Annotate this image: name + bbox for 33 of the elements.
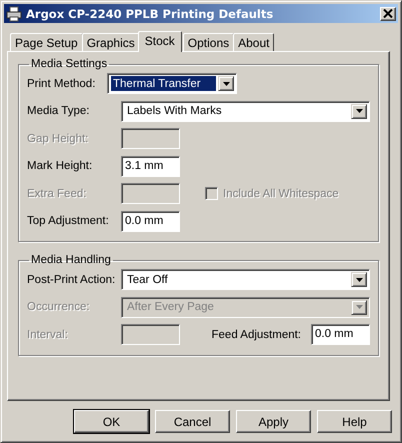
- group-title: Media Settings: [30, 58, 108, 70]
- field-label: Post-Print Action:: [27, 274, 116, 286]
- field-label: Extra Feed:: [27, 188, 88, 200]
- caret-icon: [356, 305, 362, 310]
- window-title: Argox CP-2240 PPLB Printing Defaults: [26, 6, 274, 20]
- field-label: Gap Height:: [27, 132, 90, 145]
- caret-icon: [222, 82, 230, 86]
- dropdown[interactable]: Labels With Marks: [121, 100, 370, 122]
- tab[interactable]: Stock: [138, 31, 182, 52]
- printer-icon: [6, 6, 22, 22]
- dialog-button[interactable]: Help: [317, 410, 392, 433]
- tab[interactable]: Graphics: [82, 33, 140, 51]
- caret-icon: [356, 278, 362, 282]
- field-label: Feed Adjustment:: [212, 328, 301, 341]
- field-label: Media Type:: [27, 105, 90, 118]
- field-label: Interval:: [27, 328, 69, 341]
- dialog-button[interactable]: Cancel: [155, 410, 230, 433]
- close-button[interactable]: [380, 6, 396, 20]
- field-label: Mark Height:: [27, 160, 94, 172]
- dialog-button[interactable]: OK: [74, 410, 149, 433]
- caret-icon: [356, 109, 362, 114]
- dialog-button[interactable]: Apply: [236, 410, 311, 433]
- field-label: Top Adjustment:: [27, 215, 110, 228]
- field-label: Occurrence:: [27, 301, 91, 314]
- input-field[interactable]: 3.1 mm: [121, 156, 180, 177]
- dropdown[interactable]: Tear Off: [121, 269, 370, 290]
- group-title: Media Handling: [30, 254, 112, 266]
- tab[interactable]: Page Setup: [10, 33, 83, 51]
- tab[interactable]: Options: [182, 33, 234, 51]
- dropdown[interactable]: Thermal Transfer: [107, 73, 237, 94]
- checkbox-label: Include All Whitespace: [223, 188, 339, 200]
- tab[interactable]: About: [233, 33, 274, 51]
- input-field[interactable]: 0.0 mm: [121, 210, 180, 232]
